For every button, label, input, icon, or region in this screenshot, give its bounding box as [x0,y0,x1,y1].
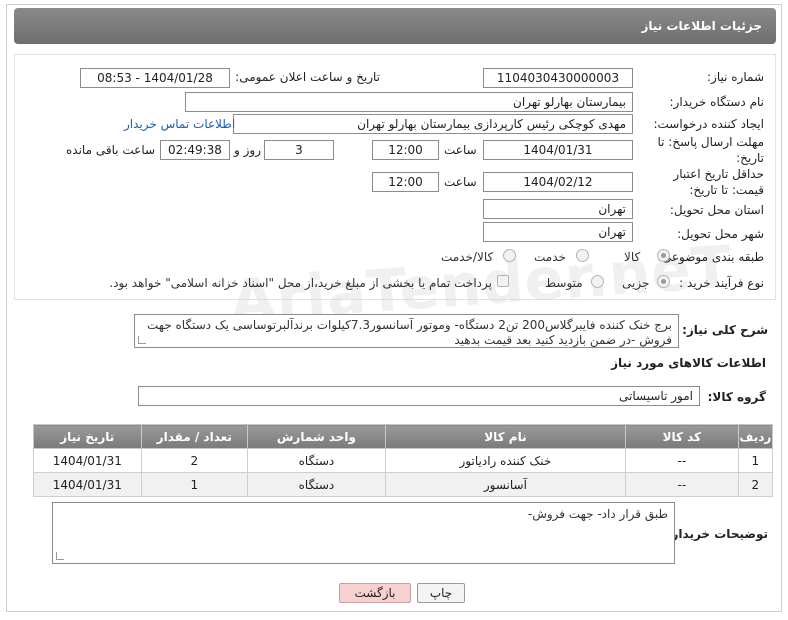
deadline-time-label: ساعت [444,143,477,157]
days-label: روز و [234,143,261,157]
cell-unit: دستگاه [247,448,386,473]
announce-field: 1404/01/28 - 08:53 [80,68,230,88]
col-code: کد کالا [624,424,739,449]
cell-date: 1404/01/31 [33,472,142,497]
buyer-org-label: نام دستگاه خریدار: [669,95,765,109]
col-row: ردیف [737,424,774,449]
goods-table: ردیف کد کالا نام کالا واحد شمارش تعداد /… [33,424,774,497]
goods-group-label: گروه کالا: [707,390,766,404]
page-title: جزئیات اطلاعات نیاز [14,8,776,44]
province-field: تهران [483,199,633,219]
remaining-time-field: 02:49:38 [160,140,230,160]
validity-time-field: 12:00 [372,172,439,192]
cell-row: 2 [737,472,774,497]
col-unit: واحد شمارش [247,424,386,449]
cell-qty: 2 [140,448,249,473]
table-row: 2 -- آسانسور دستگاه 1 1404/01/31 [33,472,774,497]
province-label: استان محل تحویل: [669,203,764,217]
days-field: 3 [264,140,334,160]
resize-handle-icon[interactable] [56,552,64,560]
process-medium-radio[interactable] [591,275,604,288]
validity-label: حداقل تاریخ اعتبار قیمت: تا تاریخ: [673,167,764,197]
resize-handle-icon[interactable] [138,336,146,344]
treasury-payment-checkbox[interactable] [497,275,509,287]
contact-buyer-link[interactable]: اطلاعات تماس خریدار [124,117,235,131]
summary-label: شرح کلی نیاز: [682,323,768,337]
cell-qty: 1 [140,472,249,497]
city-label: شهر محل تحویل: [677,227,764,241]
goods-group-field: امور تاسیساتی [138,386,700,406]
city-field: تهران [483,222,633,242]
cell-row: 1 [737,448,774,473]
deadline-label: مهلت ارسال پاسخ: تا تاریخ: [657,135,764,165]
process-minor-radio[interactable] [657,275,670,288]
cell-code: -- [624,472,739,497]
cell-unit: دستگاه [247,472,386,497]
cell-code: -- [624,448,739,473]
summary-textarea[interactable]: برج خنک کننده فایبرگلاس200 تن2 دستگاه- و… [134,314,679,348]
category-both-radio[interactable] [503,249,516,262]
notes-label: توضیحات خریدار: [666,527,768,541]
process-minor-label: جزیی [622,276,650,290]
remaining-label: ساعت باقی مانده [66,143,156,157]
deadline-time-field: 12:00 [372,140,439,160]
cell-name: خنک کننده رادیاتور [384,448,626,473]
category-service-radio[interactable] [576,249,589,262]
validity-date-field: 1404/02/12 [483,172,633,192]
cell-date: 1404/01/31 [33,448,142,473]
process-medium-label: متوسط [545,276,583,290]
summary-text: برج خنک کننده فایبرگلاس200 تن2 دستگاه- و… [146,318,672,347]
col-date: تاریخ نیاز [33,424,142,449]
col-qty: تعداد / مقدار [140,424,249,449]
goods-section-title: اطلاعات کالاهای مورد نیاز [611,356,766,370]
back-button[interactable]: بازگشت [339,583,411,603]
validity-time-label: ساعت [444,175,477,189]
creator-field: مهدی کوچکی رئیس کارپردازی بیمارستان بهار… [233,114,633,134]
table-header-row: ردیف کد کالا نام کالا واحد شمارش تعداد /… [33,424,774,449]
category-both-label: کالا/خدمت [441,250,494,264]
notes-text: طبق قرار داد- جهت فروش- [527,507,668,521]
category-goods-label: کالا [624,250,641,264]
announce-label: تاریخ و ساعت اعلان عمومی: [235,70,380,84]
category-label: طبقه بندی موضوعی: [657,250,764,264]
table-row: 1 -- خنک کننده رادیاتور دستگاه 2 1404/01… [33,448,774,473]
cell-name: آسانسور [384,472,626,497]
col-name: نام کالا [384,424,626,449]
need-number-field: 1104030430000003 [483,68,633,88]
print-button[interactable]: چاپ [417,583,465,603]
process-label: نوع فرآیند خرید : [679,276,764,290]
category-goods-radio[interactable] [657,249,670,262]
notes-textarea[interactable]: طبق قرار داد- جهت فروش- [52,502,675,564]
category-service-label: خدمت [534,250,566,264]
creator-label: ایجاد کننده درخواست: [653,117,764,131]
need-number-label: شماره نیاز: [707,70,764,84]
deadline-date-field: 1404/01/31 [483,140,633,160]
treasury-payment-note: پرداخت تمام یا بخشی از مبلغ خرید،از محل … [109,276,492,290]
buyer-org-field: بیمارستان بهارلو تهران [185,92,633,112]
